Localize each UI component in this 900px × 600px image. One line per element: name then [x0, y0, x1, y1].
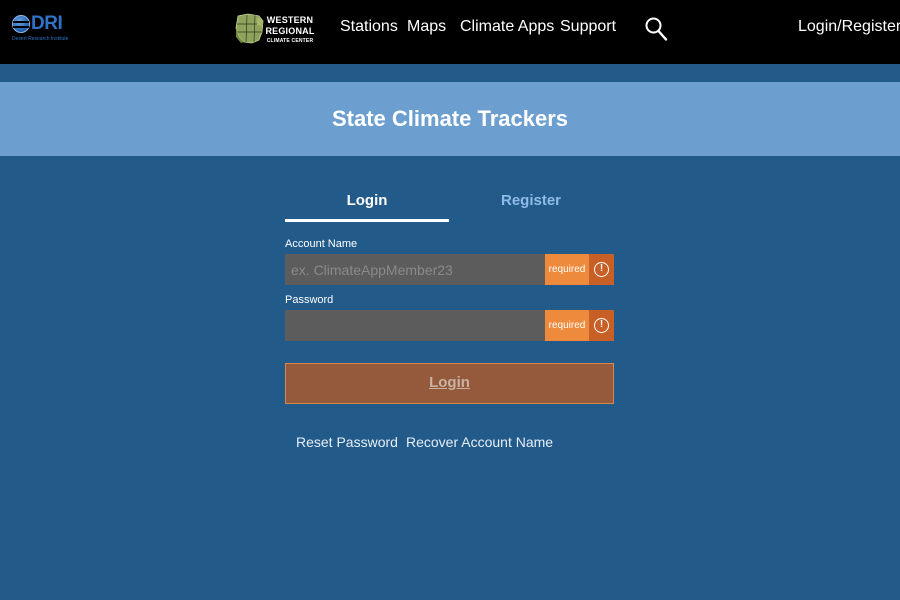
alert-icon-box: !	[589, 310, 614, 341]
recover-account-name-link[interactable]: Recover Account Name	[406, 434, 553, 450]
required-badge: required	[545, 254, 589, 285]
search-icon[interactable]	[644, 16, 668, 42]
login-register-link[interactable]: Login/Register	[798, 18, 900, 36]
globe-icon	[12, 15, 30, 33]
nav-link-maps[interactable]: Maps	[407, 18, 446, 36]
western-states-map-icon	[233, 12, 267, 46]
page-banner: State Climate Trackers	[0, 82, 900, 156]
alert-icon: !	[594, 262, 609, 277]
alert-icon: !	[594, 318, 609, 333]
dri-logo-text: DRI	[31, 13, 63, 34]
page-title: State Climate Trackers	[331, 106, 569, 131]
account-name-row: required !	[285, 254, 614, 285]
tab-login[interactable]: Login	[285, 186, 449, 222]
alert-icon-box: !	[589, 254, 614, 285]
password-label: Password	[285, 294, 334, 306]
top-navigation-bar: DRI Desert Research Institute WESTERN RE…	[0, 0, 900, 64]
wrcc-logo-line1: WESTERN	[266, 15, 314, 25]
tab-register[interactable]: Register	[449, 186, 613, 222]
account-name-input[interactable]	[285, 254, 545, 285]
header-stripe	[0, 64, 900, 82]
required-badge: required	[545, 310, 589, 341]
dri-logo[interactable]: DRI Desert Research Institute	[12, 13, 68, 47]
nav-link-stations[interactable]: Stations	[340, 18, 398, 36]
password-row: required !	[285, 310, 614, 341]
reset-password-link[interactable]: Reset Password	[296, 434, 398, 450]
dri-logo-subtext: Desert Research Institute	[12, 36, 69, 42]
wrcc-logo[interactable]: WESTERN REGIONAL CLIMATE CENTER	[233, 12, 315, 46]
password-input[interactable]	[285, 310, 545, 341]
nav-link-support[interactable]: Support	[560, 18, 616, 36]
wrcc-logo-line3: CLIMATE CENTER	[266, 38, 314, 44]
nav-link-climate-apps[interactable]: Climate Apps	[460, 18, 554, 36]
wrcc-logo-line2: REGIONAL	[265, 26, 315, 36]
login-button[interactable]: Login	[285, 363, 614, 404]
account-name-label: Account Name	[285, 238, 358, 250]
